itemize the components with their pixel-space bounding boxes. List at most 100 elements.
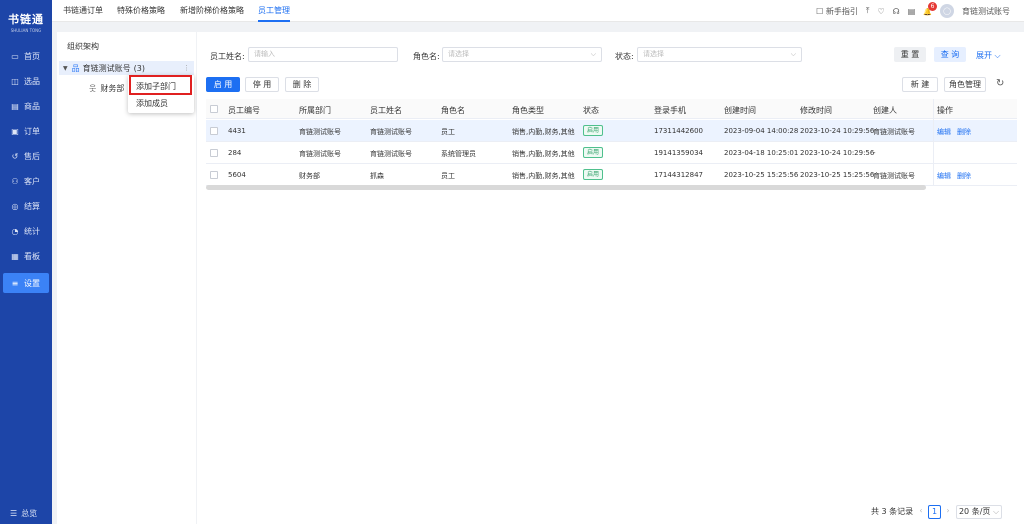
next-page-button[interactable]: › <box>943 505 953 519</box>
cell-id: 4431 <box>228 127 246 135</box>
sidebar-item-orders[interactable]: ▣ 订单 <box>3 121 49 141</box>
sidebar-item-label: 统计 <box>24 226 40 236</box>
column-header: 所属部门 <box>299 106 331 115</box>
cell-modified: 2023-10-25 15:25:56 <box>800 171 875 179</box>
sidebar-item-label: 售后 <box>24 151 40 161</box>
avatar-icon[interactable]: ◯ <box>940 4 954 18</box>
stats-icon: ◔ <box>11 226 19 236</box>
order-icon: ▣ <box>11 126 19 136</box>
column-header: 角色名 <box>441 106 465 115</box>
expand-button[interactable]: 展开 ⌵ <box>976 50 1001 61</box>
cell-role: 员工 <box>441 172 455 180</box>
status-badge: 启用 <box>583 147 604 158</box>
sidebar-item-home[interactable]: ▭ 首页 <box>3 46 49 66</box>
cell-role-type: 销售,内勤,财务,其他 <box>512 128 575 136</box>
sidebar-item-settings[interactable]: ≡ 设置 <box>3 273 49 293</box>
user-name[interactable]: 育链测试账号 <box>962 6 1010 17</box>
cell-phone: 19141359034 <box>654 149 703 157</box>
settle-icon: ◎ <box>11 201 19 211</box>
role-select[interactable]: 请选择 ⌵ <box>442 47 602 62</box>
refresh-icon[interactable]: ↻ <box>996 78 1004 89</box>
guide-icon: ☐ <box>816 6 824 16</box>
row-checkbox[interactable] <box>210 171 218 179</box>
tree-node-root[interactable]: ▼ 品 育链测试账号 (3) ⋮ <box>59 61 194 75</box>
search-button[interactable]: 查 询 <box>934 47 966 62</box>
cell-role-type: 销售,内勤,财务,其他 <box>512 150 575 158</box>
disable-button[interactable]: 停 用 <box>245 77 279 92</box>
chevron-down-icon: ⌵ <box>590 50 596 58</box>
logo-tagline: SHULIAN TONG <box>10 28 42 33</box>
status-select[interactable]: 请选择 ⌵ <box>637 47 802 62</box>
sidebar-item-goods[interactable]: ▤ 商品 <box>3 96 49 116</box>
tree-node-finance[interactable]: 웃 财务部 <box>89 83 124 94</box>
cell-id: 284 <box>228 149 242 157</box>
document-icon[interactable]: ▤ <box>908 7 916 16</box>
sidebar-item-stats[interactable]: ◔ 统计 <box>3 221 49 241</box>
customer-icon: ⚇ <box>11 176 19 186</box>
menu-add-member[interactable]: 添加成员 <box>136 98 168 109</box>
sidebar-item-board[interactable]: ▦ 看板 <box>3 246 49 266</box>
status-badge: 启用 <box>583 125 604 136</box>
notification-badge: 6 <box>928 1 937 11</box>
table-row[interactable]: 4431 育链测试账号 育链测试账号 员工 销售,内勤,财务,其他 启用 173… <box>206 120 1017 142</box>
prev-page-button[interactable]: ‹ <box>916 505 926 519</box>
person-group-icon: 웃 <box>89 84 97 93</box>
cell-creator: 育链测试账号 <box>873 172 915 180</box>
more-icon[interactable]: ⋮ <box>183 64 190 72</box>
cell-role: 员工 <box>441 128 455 136</box>
total-records: 共 3 条记录 <box>871 507 914 516</box>
notification-button[interactable]: 🔔 6 <box>923 1 937 16</box>
page-size-select[interactable]: 20 条/页 ⌵ <box>956 505 1002 519</box>
caret-down-icon[interactable]: ▼ <box>63 65 68 72</box>
cell-dept: 财务部 <box>299 172 320 180</box>
tab-tier-price[interactable]: 新增阶梯价格策略 <box>180 0 244 22</box>
select-all-checkbox[interactable] <box>210 105 218 113</box>
headset-icon[interactable]: ☊ <box>893 7 900 16</box>
aftersale-icon: ↺ <box>11 151 19 161</box>
cell-phone: 17144312847 <box>654 171 703 179</box>
sidebar-overview[interactable]: ☰ 总览 <box>3 505 49 521</box>
tab-employee-management[interactable]: 员工管理 <box>258 0 290 22</box>
tab-shulian-orders[interactable]: 书链通订单 <box>63 0 103 22</box>
sidebar-item-aftersale[interactable]: ↺ 售后 <box>3 146 49 166</box>
enable-button[interactable]: 启 用 <box>206 77 240 92</box>
main-content: 员工姓名: 请输入 角色名: 请选择 ⌵ 状态: 请选择 ⌵ 重 置 查 询 展开 … <box>197 32 1024 524</box>
guide-link[interactable]: ☐ 新手指引 <box>816 6 858 17</box>
org-icon: 品 <box>71 63 80 73</box>
table-header: 员工编号 所属部门 员工姓名 角色名 角色类型 状态 登录手机 创建时间 修改时… <box>206 99 1017 119</box>
column-header: 登录手机 <box>654 106 686 115</box>
row-checkbox[interactable] <box>210 127 218 135</box>
role-manage-button[interactable]: 角色管理 <box>944 77 986 92</box>
cell-role: 系统管理员 <box>441 150 476 158</box>
create-button[interactable]: 新 建 <box>902 77 938 92</box>
tab-special-price[interactable]: 特殊价格策略 <box>117 0 165 22</box>
cell-phone: 17311442600 <box>654 127 703 135</box>
org-tree-title: 组织架构 <box>67 42 99 51</box>
upload-icon[interactable]: ⤒ <box>866 6 870 16</box>
table-row[interactable]: 5604 财务部 抓森 员工 销售,内勤,财务,其他 启用 1714431284… <box>206 164 1017 186</box>
operations-column-divider <box>933 99 1017 186</box>
page-1-button[interactable]: 1 <box>928 505 941 519</box>
sidebar-overview-label: 总览 <box>21 508 38 518</box>
row-checkbox[interactable] <box>210 149 218 157</box>
employee-name-input[interactable]: 请输入 <box>248 47 398 62</box>
home-icon: ▭ <box>11 51 19 61</box>
table-row[interactable]: 284 育链测试账号 育链测试账号 系统管理员 销售,内勤,财务,其他 启用 1… <box>206 142 1017 164</box>
top-right-tools: ☐ 新手指引 ⤒ ♡ ☊ ▤ 🔔 6 ◯ 育链测试账号 <box>816 0 1010 22</box>
sidebar-item-customers[interactable]: ⚇ 客户 <box>3 171 49 191</box>
sidebar-item-select[interactable]: ◫ 选品 <box>3 71 49 91</box>
chevron-down-icon: ⌵ <box>790 50 796 58</box>
role-select-placeholder: 请选择 <box>448 50 469 58</box>
reset-button[interactable]: 重 置 <box>894 47 926 62</box>
logo[interactable]: 书链通 SHULIAN TONG <box>0 0 52 44</box>
delete-button[interactable]: 删 除 <box>285 77 319 92</box>
status-select-placeholder: 请选择 <box>643 50 664 58</box>
sidebar-item-settlement[interactable]: ◎ 结算 <box>3 196 49 216</box>
horizontal-scrollbar[interactable] <box>206 185 926 190</box>
top-bar: 书链通订单 特殊价格策略 新增阶梯价格策略 员工管理 ☐ 新手指引 ⤒ ♡ ☊ … <box>52 0 1024 22</box>
cell-created: 2023-09-04 14:00:28 <box>724 127 799 135</box>
heart-icon[interactable]: ♡ <box>877 7 884 16</box>
chevron-down-icon: ⌵ <box>994 51 1001 60</box>
cell-name: 抓森 <box>370 172 384 180</box>
column-header: 创建人 <box>873 106 897 115</box>
